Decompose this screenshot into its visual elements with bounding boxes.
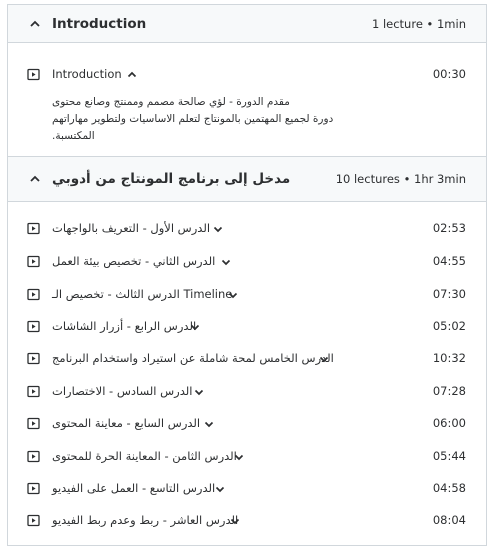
chevron-down-icon[interactable] [202,417,216,431]
section-title: Introduction [52,15,147,32]
lecture-duration: 07:28 [432,384,466,398]
lecture-row[interactable]: الدرس التاسع - العمل على الفيديو 04:58 [8,479,486,499]
lecture-row[interactable]: الدرس الثاني - تخصيص بيئة العمل 04:55 [8,252,486,272]
lecture-title[interactable]: الدرس السابع - معاينة المحتوى [52,416,200,430]
chevron-up-icon [30,175,40,182]
lecture-row[interactable]: Introduction 00:30 [8,65,486,85]
course-curriculum: Introduction 1 lecture • 1min Introducti… [7,4,487,546]
chevron-down-icon[interactable] [192,385,206,399]
lecture-duration: 04:55 [432,254,466,268]
video-icon [27,320,40,333]
description-line: المكتسبة. [52,130,95,142]
lecture-title[interactable]: الدرس العاشر - ربط وعدم ربط الفيديو [52,513,238,527]
chevron-down-icon[interactable] [226,288,240,302]
lecture-row[interactable]: الدرس العاشر - ربط وعدم ربط الفيديو 08:0… [8,511,486,531]
lecture-row[interactable]: الدرس الخامس لمحة شاملة عن استيراد واستخ… [8,349,486,369]
lecture-row[interactable]: الدرس الأول - التعريف بالواجهات 02:53 [8,219,486,239]
lecture-duration: 04:58 [432,481,466,495]
chevron-down-icon[interactable] [317,352,331,366]
chevron-down-icon[interactable] [188,320,202,334]
description-line: مقدم الدورة - لؤي صالحة مصمم وممنتج وصان… [52,96,290,108]
video-icon [27,450,40,463]
video-icon [27,255,40,268]
section-header-introduction[interactable]: Introduction 1 lecture • 1min [8,5,486,43]
lecture-title[interactable]: الدرس الأول - التعريف بالواجهات [52,221,210,235]
lecture-duration: 07:30 [432,287,466,301]
lecture-title[interactable]: الدرس الخامس لمحة شاملة عن استيراد واستخ… [52,351,334,365]
lecture-title[interactable]: الدرس الثاني - تخصيص بيئة العمل [52,254,215,268]
lecture-title[interactable]: الدرس السادس - الاختصارات [52,384,192,398]
chevron-up-icon[interactable] [125,68,139,82]
lecture-duration: 08:04 [432,513,466,527]
section-body-premiere: الدرس الأول - التعريف بالواجهات 02:53 ال… [8,202,486,545]
lecture-duration: 06:00 [432,416,466,430]
chevron-down-icon[interactable] [211,222,225,236]
video-icon [27,222,40,235]
video-icon [27,288,40,301]
lecture-title[interactable]: Introduction [52,67,122,81]
lecture-row[interactable]: الدرس السابع - معاينة المحتوى 06:00 [8,414,486,434]
lecture-duration: 05:44 [432,449,466,463]
video-icon [27,514,40,527]
chevron-up-icon [30,20,40,27]
chevron-down-icon[interactable] [213,482,227,496]
lecture-duration: 10:32 [432,351,466,365]
section-meta: 1 lecture • 1min [371,16,466,31]
chevron-down-icon[interactable] [219,255,233,269]
video-icon [27,417,40,430]
section-meta: 10 lectures • 1hr 3min [335,172,466,186]
lecture-duration: 00:30 [432,67,466,81]
lecture-row[interactable]: الدرس الثامن - المعاينة الحرة للمحتوى 05… [8,447,486,467]
lecture-title[interactable]: الدرس الرابع - أزرار الشاشات [52,319,196,333]
section-title: مدخل إلى برنامج المونتاج من أدوبي [52,171,291,187]
chevron-down-icon[interactable] [232,450,246,464]
video-icon [27,68,40,81]
video-icon [27,385,40,398]
lecture-title[interactable]: الدرس الثالث - تخصيص الـ Timeline [52,287,232,301]
lecture-row[interactable]: الدرس السادس - الاختصارات 07:28 [8,382,486,402]
lecture-row[interactable]: الدرس الثالث - تخصيص الـ Timeline 07:30 [8,285,486,305]
lecture-description: مقدم الدورة - لؤي صالحة مصمم وممنتج وصان… [52,94,352,145]
lecture-duration: 05:02 [432,319,466,333]
lecture-title[interactable]: الدرس الثامن - المعاينة الحرة للمحتوى [52,449,237,463]
lecture-duration: 02:53 [432,221,466,235]
lecture-row[interactable]: الدرس الرابع - أزرار الشاشات 05:02 [8,317,486,337]
video-icon [27,482,40,495]
description-line: دورة لجميع المهتمين بالمونتاج لتعلم الاس… [52,113,334,125]
section-header-premiere[interactable]: مدخل إلى برنامج المونتاج من أدوبي 10 lec… [8,157,486,202]
video-icon [27,352,40,365]
lecture-title[interactable]: الدرس التاسع - العمل على الفيديو [52,481,215,495]
chevron-down-icon[interactable] [228,514,242,528]
